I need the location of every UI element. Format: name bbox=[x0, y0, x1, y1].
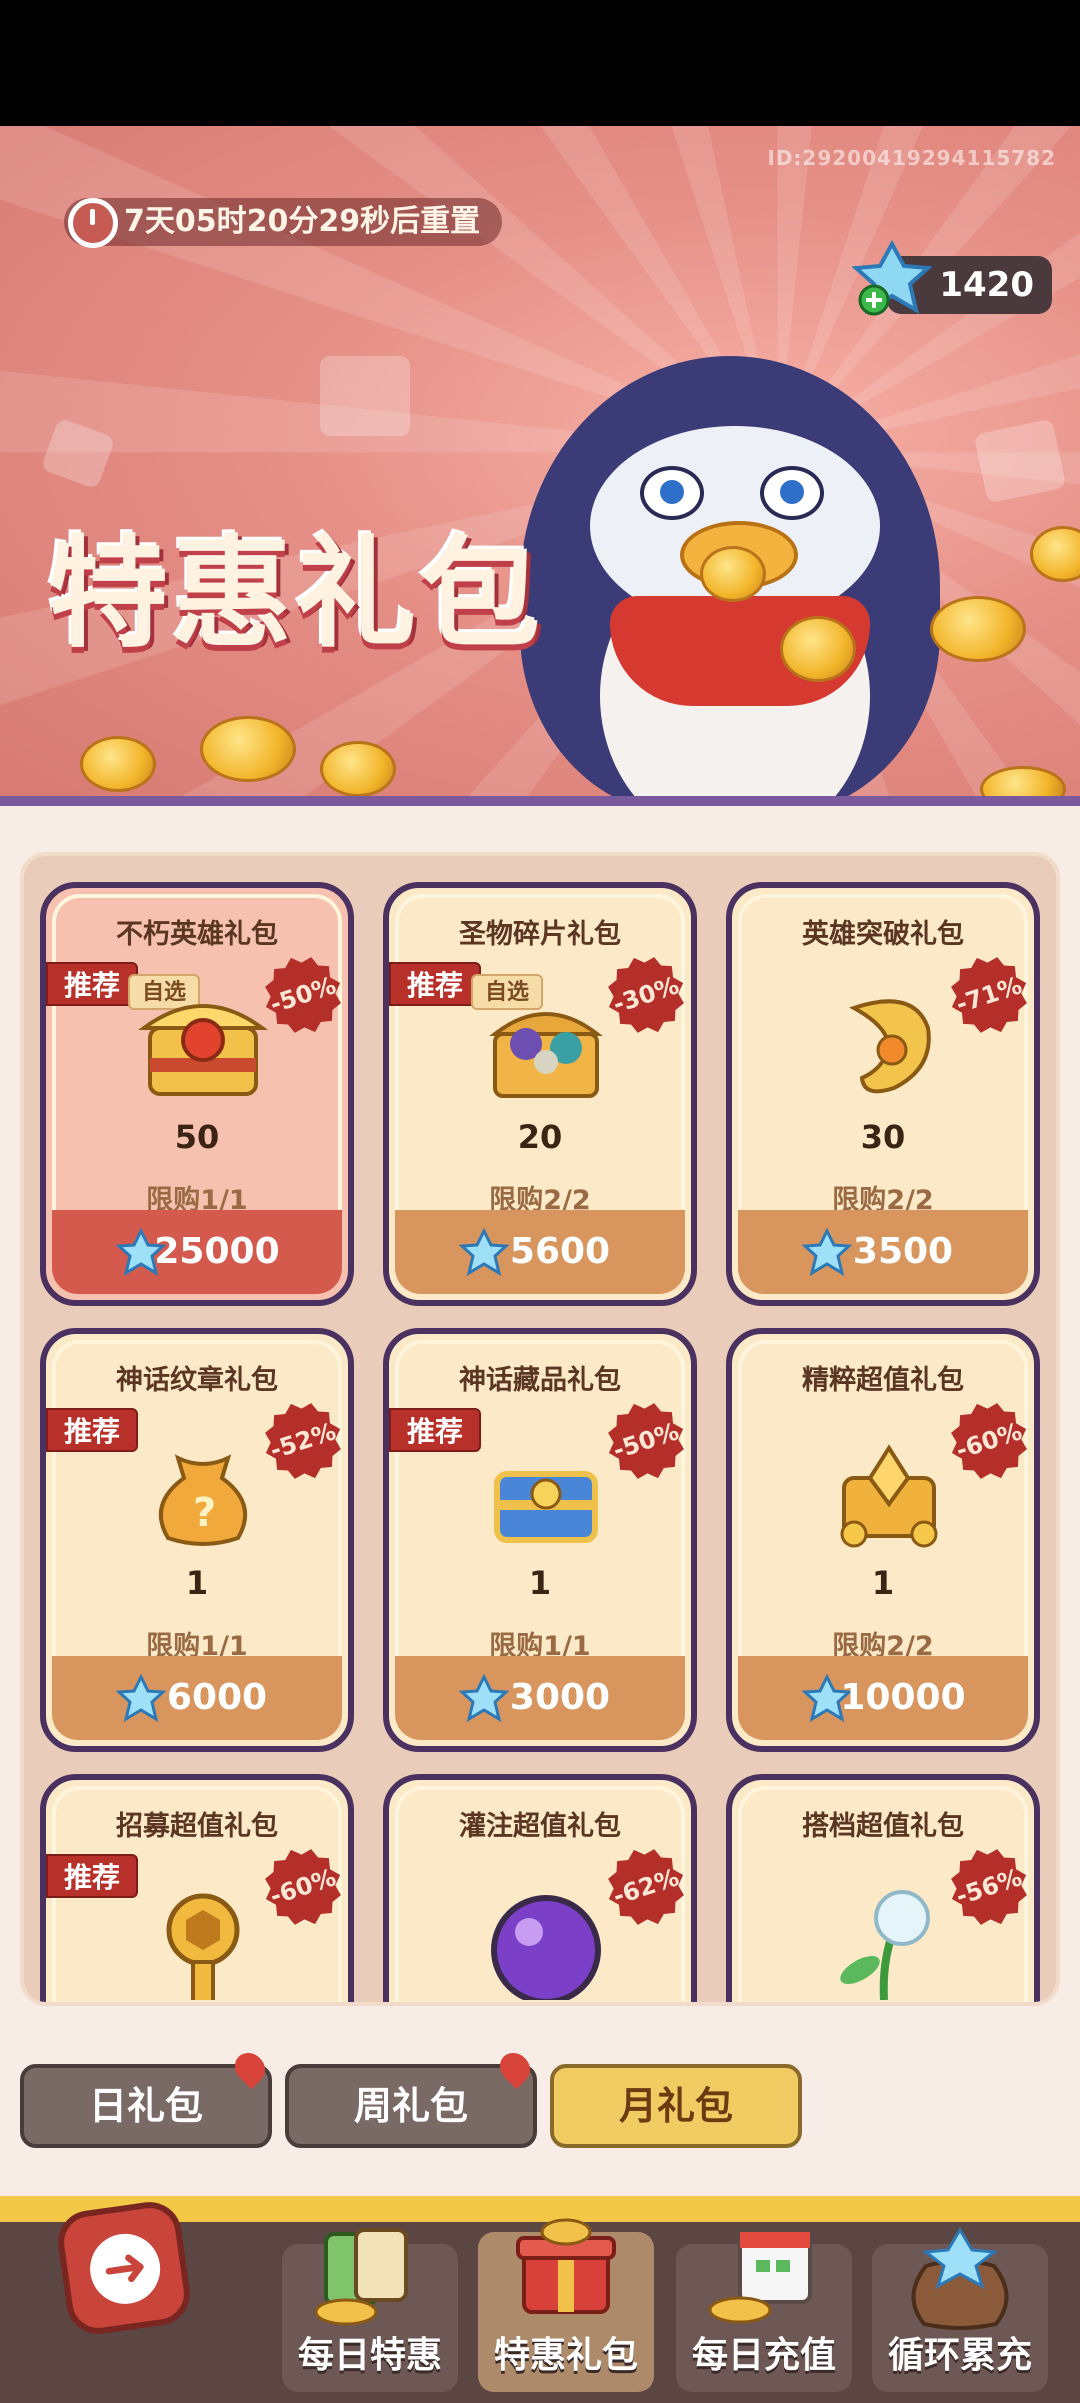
coin-icon bbox=[320, 741, 396, 797]
gift-card[interactable]: 神话纹章礼包 推荐 -52% ? 1 限购1/1 6000 bbox=[40, 1328, 354, 1752]
gift-card[interactable]: 灌注超值礼包 -62% bbox=[383, 1774, 697, 2002]
gift-card-price: 25000 bbox=[154, 1231, 280, 1272]
add-gem-icon[interactable] bbox=[852, 240, 932, 320]
gift-card-price: 10000 bbox=[840, 1677, 966, 1718]
relic-chest-icon bbox=[489, 1012, 603, 1098]
gold-key-icon bbox=[166, 1893, 240, 2000]
buy-button[interactable]: 10000 bbox=[738, 1656, 1028, 1740]
gift-card-name: 神话藏品礼包 bbox=[459, 1365, 621, 1396]
tab-weekly[interactable]: 周礼包 bbox=[285, 2046, 537, 2148]
penguin-eye-icon bbox=[640, 466, 704, 520]
nav-daily-deal-label: 每日特惠 bbox=[297, 2335, 442, 2376]
gem-sack-icon bbox=[911, 2227, 1009, 2330]
nav-daily-recharge-label: 每日充值 bbox=[691, 2335, 836, 2376]
gift-card-qty: 20 bbox=[517, 1118, 563, 1156]
tab-monthly[interactable]: 月礼包 bbox=[550, 2064, 802, 2148]
banner-title: 特惠礼包 bbox=[48, 525, 544, 664]
status-bar bbox=[0, 0, 1080, 126]
penguin-eye-icon bbox=[760, 466, 824, 520]
reset-timer: 7天05时20分29秒后重置 bbox=[64, 198, 503, 248]
gift-card-name: 圣物碎片礼包 bbox=[459, 919, 621, 950]
cards-coins-icon bbox=[314, 2228, 408, 2326]
gift-card[interactable]: 搭档超值礼包 -56% bbox=[726, 1774, 1040, 2002]
gift-card[interactable]: 神话藏品礼包 推荐 -50% 1 限购1/1 3000 bbox=[383, 1328, 697, 1752]
calendar-coins-icon bbox=[708, 2230, 812, 2324]
stopwatch-icon bbox=[68, 198, 118, 248]
gift-card-price: 3000 bbox=[509, 1677, 611, 1718]
buy-button[interactable]: 3000 bbox=[395, 1656, 685, 1740]
coin-icon bbox=[200, 716, 296, 782]
gift-card-qty: 30 bbox=[860, 1118, 906, 1156]
buy-button[interactable]: 3500 bbox=[738, 1210, 1028, 1294]
nav-daily-deal[interactable]: 每日特惠 bbox=[282, 2228, 458, 2392]
gold-treasure-icon bbox=[840, 1444, 938, 1548]
mystery-bag-icon: ? bbox=[158, 1454, 248, 1546]
reset-timer-text: 7天05时20分29秒后重置 bbox=[124, 204, 481, 239]
coin-icon bbox=[700, 546, 766, 602]
purple-orb-icon bbox=[491, 1895, 601, 2000]
gift-card-name: 精粹超值礼包 bbox=[802, 1365, 964, 1396]
hero-chest-icon bbox=[138, 1004, 268, 1096]
user-id: ID:29200419294115782 bbox=[767, 146, 1056, 170]
coin-icon bbox=[930, 596, 1026, 662]
gift-card[interactable]: 不朽英雄礼包 推荐 自选 -50% 50 限购1/1 25000 bbox=[40, 882, 354, 1306]
gift-card-name: 招募超值礼包 bbox=[116, 1811, 278, 1842]
recommend-tag: 推荐 bbox=[46, 962, 138, 1006]
recommend-tag: 推荐 bbox=[46, 1854, 138, 1898]
buy-button[interactable]: 6000 bbox=[52, 1656, 342, 1740]
gift-card-qty: 50 bbox=[174, 1118, 220, 1156]
nav-cumulative-recharge-label: 循环累充 bbox=[887, 2335, 1032, 2376]
gift-card-name: 神话纹章礼包 bbox=[116, 1365, 278, 1396]
gift-card-name: 英雄突破礼包 bbox=[802, 919, 964, 950]
back-arrow-icon: ➜ bbox=[85, 2229, 165, 2309]
back-button[interactable]: ➜ bbox=[53, 2197, 195, 2339]
gem-balance-value: 1420 bbox=[939, 265, 1034, 305]
tab-monthly-label: 月礼包 bbox=[618, 2084, 733, 2128]
gift-pack-grid: 不朽英雄礼包 推荐 自选 -50% 50 限购1/1 25000 圣物碎片礼包 … bbox=[20, 852, 1060, 2006]
gift-card-name: 灌注超值礼包 bbox=[459, 1811, 621, 1842]
gift-card-price: 6000 bbox=[166, 1677, 268, 1718]
nav-daily-recharge[interactable]: 每日充值 bbox=[676, 2230, 852, 2392]
tab-weekly-label: 周礼包 bbox=[353, 2084, 468, 2128]
gift-card-qty: 1 bbox=[185, 1564, 209, 1602]
gift-decoration-icon bbox=[320, 356, 410, 436]
svg-text:?: ? bbox=[193, 1490, 216, 1536]
gift-card[interactable]: 英雄突破礼包 -71% 30 限购2/2 3500 bbox=[726, 882, 1040, 1306]
nav-special-pack[interactable]: 特惠礼包 bbox=[478, 2218, 654, 2392]
gift-card[interactable]: 圣物碎片礼包 推荐 自选 -30% 20 限购2/2 5600 bbox=[383, 882, 697, 1306]
gift-card[interactable]: 精粹超值礼包 -60% 1 限购2/2 10000 bbox=[726, 1328, 1040, 1752]
ice-flower-icon bbox=[840, 1890, 930, 2000]
blue-chest-icon bbox=[494, 1471, 598, 1543]
banner: ID:29200419294115782 7天05时20分29秒后重置 1420… bbox=[0, 126, 1080, 806]
gift-card-qty: 1 bbox=[871, 1564, 895, 1602]
gift-box-icon bbox=[516, 2218, 616, 2314]
coin-icon bbox=[780, 616, 856, 682]
nav-cumulative-recharge[interactable]: 循环累充 bbox=[872, 2227, 1048, 2392]
recommend-tag: 推荐 bbox=[389, 962, 481, 1006]
tab-daily-label: 日礼包 bbox=[88, 2084, 203, 2128]
nav-special-pack-label: 特惠礼包 bbox=[493, 2335, 638, 2376]
gift-card-name: 搭档超值礼包 bbox=[802, 1811, 964, 1842]
gift-card-price: 3500 bbox=[852, 1231, 954, 1272]
coin-icon bbox=[80, 736, 156, 792]
buy-button[interactable]: 5600 bbox=[395, 1210, 685, 1294]
gift-card-name: 不朽英雄礼包 bbox=[116, 919, 278, 950]
gift-card-price: 5600 bbox=[509, 1231, 611, 1272]
recommend-tag: 推荐 bbox=[46, 1408, 138, 1452]
buy-button[interactable]: 25000 bbox=[52, 1210, 342, 1294]
tab-daily[interactable]: 日礼包 bbox=[20, 2046, 272, 2148]
gift-card[interactable]: 招募超值礼包 推荐 -60% bbox=[40, 1774, 354, 2002]
gift-card-qty: 1 bbox=[528, 1564, 552, 1602]
recommend-tag: 推荐 bbox=[389, 1408, 481, 1452]
golden-horn-icon bbox=[849, 999, 931, 1094]
